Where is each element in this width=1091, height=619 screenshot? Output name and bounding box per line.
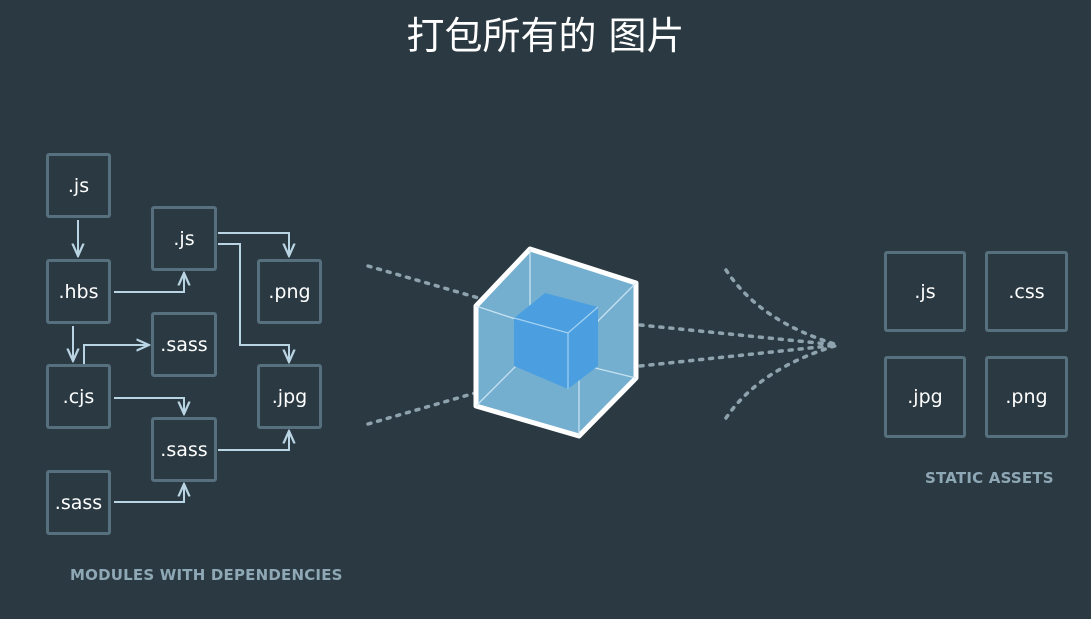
asset-css-box: .css bbox=[985, 251, 1068, 332]
asset-png-box: .png bbox=[985, 356, 1068, 438]
arrow-cjs-sass2 bbox=[114, 397, 184, 414]
arrow-sass-jpg bbox=[218, 431, 289, 451]
bundler-cube-icon bbox=[473, 246, 639, 439]
flow-out-top bbox=[638, 323, 840, 347]
arrow-cjs-sass bbox=[83, 345, 149, 364]
asset-jpg-box: .jpg bbox=[884, 356, 966, 438]
module-png-box: .png bbox=[257, 259, 322, 324]
module-cjs-box: .cjs bbox=[46, 364, 111, 429]
module-js-box: .js bbox=[46, 153, 111, 218]
output-flow-lines bbox=[638, 268, 840, 420]
arrow-hbs-js bbox=[114, 273, 184, 293]
module-sass-box-2: .sass bbox=[151, 417, 217, 482]
module-hbs-box: .hbs bbox=[46, 259, 111, 324]
modules-caption: MODULES WITH DEPENDENCIES bbox=[70, 566, 343, 584]
arrow-sass3-sass2 bbox=[114, 484, 184, 503]
module-sass-box: .sass bbox=[151, 312, 217, 377]
module-jpg-box: .jpg bbox=[257, 364, 322, 429]
flow-out-bottom bbox=[638, 343, 840, 368]
assets-caption: STATIC ASSETS bbox=[925, 469, 1054, 487]
module-sass-box-3: .sass bbox=[46, 470, 111, 535]
module-js-box-2: .js bbox=[151, 206, 217, 271]
asset-js-box: .js bbox=[884, 251, 966, 332]
